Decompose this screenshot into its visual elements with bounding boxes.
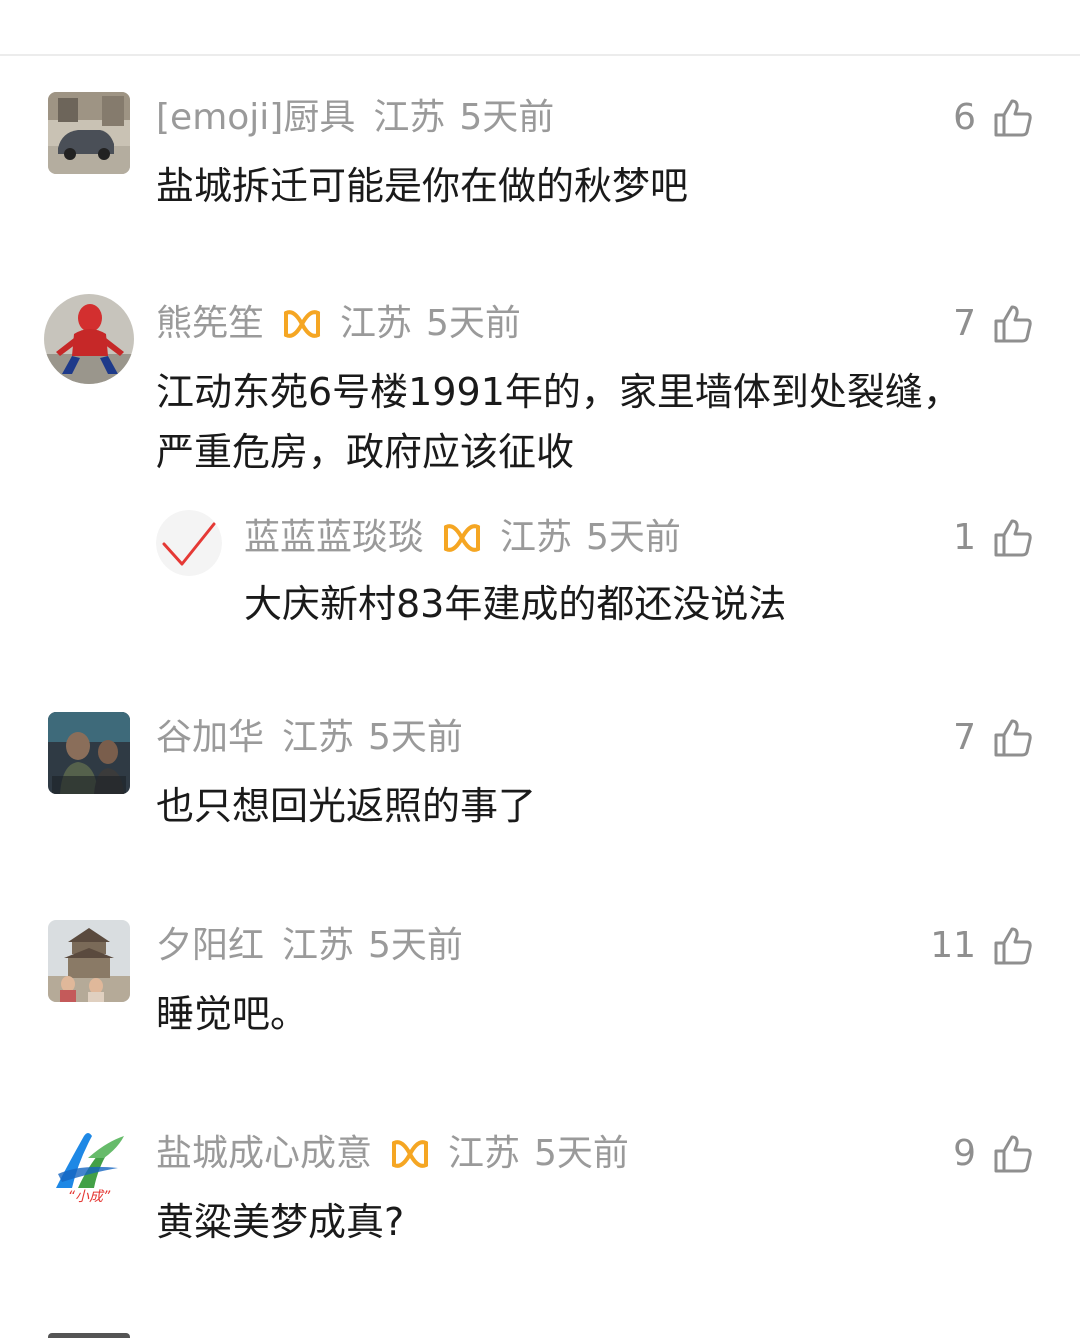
car-photo-avatar — [48, 92, 130, 174]
comment-line: 盐城拆迁可能是你在做的秋梦吧 — [156, 164, 689, 208]
comment-line: 江动东苑6号楼1991年的，家里墙体到处裂缝， — [156, 370, 961, 414]
tower-photo-avatar — [48, 920, 130, 1002]
comment-meta: [emoji]厨具 江苏 5天前 — [156, 94, 554, 142]
checkmark-avatar — [156, 510, 222, 576]
comment-text: 黄粱美梦成真? — [156, 1192, 404, 1252]
thumbs-up-icon — [992, 303, 1034, 345]
user-avatar[interactable] — [48, 92, 130, 174]
comment-line: 睡觉吧。 — [156, 992, 309, 1036]
like-button[interactable]: 11 — [930, 922, 1034, 970]
comment-text: 盐城拆迁可能是你在做的秋梦吧 — [156, 156, 688, 216]
like-count: 1 — [953, 517, 976, 558]
comment-text: 睡觉吧。 — [156, 984, 308, 1044]
vip-badge-icon — [390, 1137, 430, 1171]
user-avatar[interactable] — [48, 712, 130, 794]
thumbs-up-icon — [992, 925, 1034, 967]
username[interactable]: 熊筅笙 — [156, 300, 264, 348]
timestamp: 5天前 — [426, 303, 521, 344]
like-button[interactable]: 6 — [953, 94, 1034, 142]
user-avatar[interactable] — [156, 510, 222, 576]
timestamp: 5天前 — [368, 925, 463, 966]
thumbs-up-icon — [992, 1133, 1034, 1175]
like-button[interactable]: 1 — [953, 514, 1034, 562]
next-avatar-peek — [48, 1333, 130, 1338]
username[interactable]: [emoji]厨具 — [156, 94, 355, 142]
location: 江苏 — [448, 1133, 521, 1174]
comment-line: 黄粱美梦成真? — [156, 1200, 405, 1244]
comment-meta: 熊筅笙 江苏 5天前 — [156, 300, 521, 348]
timestamp: 5天前 — [368, 717, 463, 758]
comment-line: 大庆新村83年建成的都还没说法 — [244, 582, 787, 626]
comment-meta: 夕阳红 江苏 5天前 — [156, 922, 463, 970]
username[interactable]: 盐城成心成意 — [156, 1130, 372, 1178]
location: 江苏 — [500, 517, 573, 558]
top-divider — [0, 54, 1080, 56]
spiderman-avatar — [44, 294, 134, 384]
comment-line: 也只想回光返照的事了 — [156, 784, 537, 828]
thumbs-up-icon — [992, 717, 1034, 759]
comment-meta: 谷加华 江苏 5天前 — [156, 714, 463, 762]
username[interactable]: 蓝蓝蓝琰琰 — [244, 514, 424, 562]
timestamp: 5天前 — [586, 517, 681, 558]
user-avatar[interactable] — [48, 920, 130, 1002]
thumbs-up-icon — [992, 517, 1034, 559]
vip-badge-icon — [282, 307, 322, 341]
location: 江苏 — [282, 925, 355, 966]
location: 江苏 — [340, 303, 413, 344]
user-avatar[interactable] — [44, 294, 134, 384]
location: 江苏 — [282, 717, 355, 758]
like-button[interactable]: 9 — [953, 1130, 1034, 1178]
comment-text: 大庆新村83年建成的都还没说法 — [244, 574, 786, 634]
like-button[interactable]: 7 — [953, 300, 1034, 348]
like-count: 7 — [953, 717, 976, 758]
user-avatar[interactable]: “小成” — [48, 1128, 130, 1210]
username[interactable]: 夕阳红 — [156, 922, 264, 970]
people-photo-avatar — [48, 712, 130, 794]
username[interactable]: 谷加华 — [156, 714, 264, 762]
like-count: 11 — [930, 925, 976, 966]
thumbs-up-icon — [992, 97, 1034, 139]
location: 江苏 — [373, 97, 446, 138]
like-button[interactable]: 7 — [953, 714, 1034, 762]
comment-text: 江动东苑6号楼1991年的，家里墙体到处裂缝， 严重危房，政府应该征收 — [156, 362, 961, 482]
like-count: 9 — [953, 1133, 976, 1174]
comment-text: 也只想回光返照的事了 — [156, 776, 536, 836]
like-count: 7 — [953, 303, 976, 344]
comment-meta: 蓝蓝蓝琰琰 江苏 5天前 — [244, 514, 681, 562]
timestamp: 5天前 — [459, 97, 555, 138]
vip-badge-icon — [442, 521, 482, 555]
comment-meta: 盐城成心成意 江苏 5天前 — [156, 1130, 629, 1178]
comment-line: 严重危房，政府应该征收 — [156, 430, 575, 474]
like-count: 6 — [953, 97, 976, 138]
logo-caption: “小成” — [67, 1189, 111, 1205]
timestamp: 5天前 — [534, 1133, 629, 1174]
